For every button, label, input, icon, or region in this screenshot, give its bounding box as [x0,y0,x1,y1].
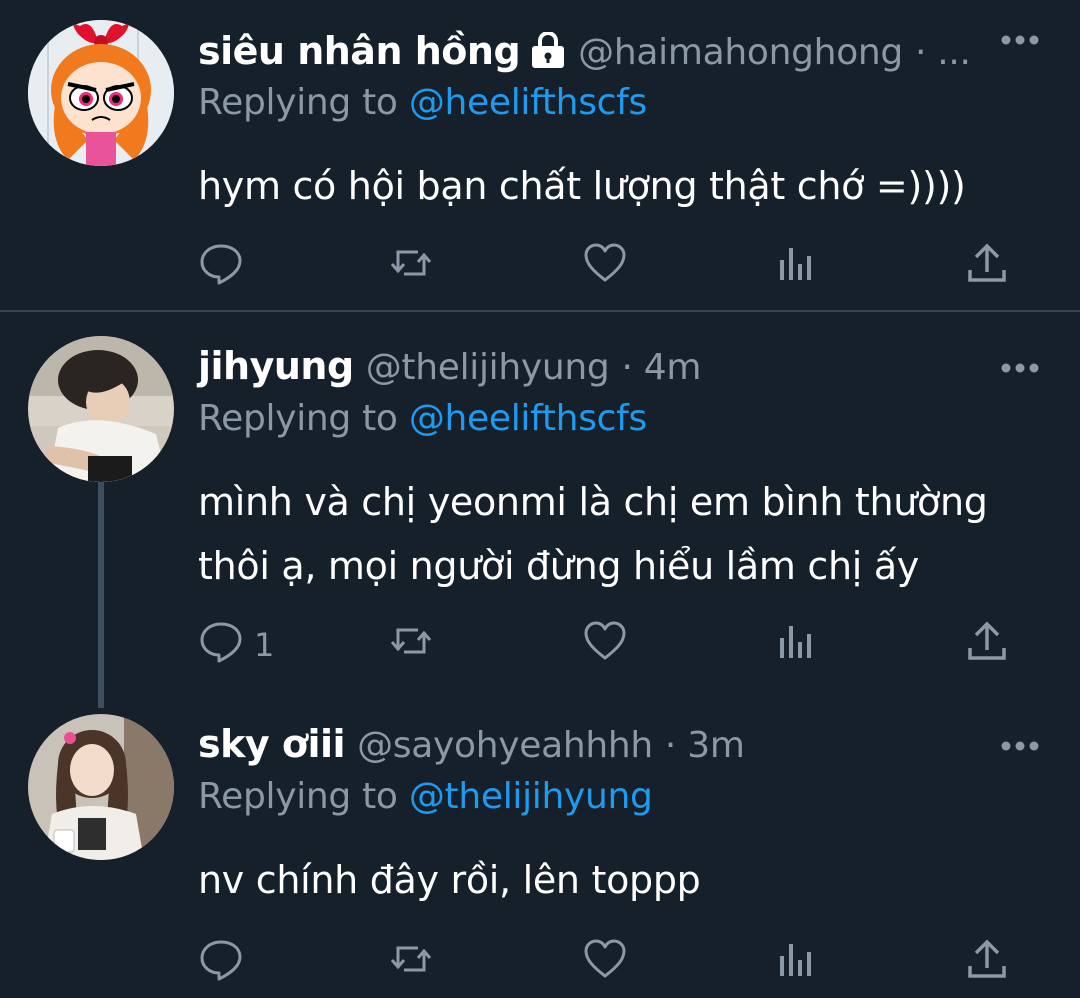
avatar[interactable] [28,20,174,166]
reply-icon [198,936,244,990]
share-button[interactable] [964,938,1010,988]
tweet-header: siêu nhân hồng @haimahonghong · ... [198,28,971,84]
views-button[interactable] [774,938,820,988]
like-button[interactable] [582,620,628,670]
share-button[interactable] [964,242,1010,292]
replying-prefix: Replying to [198,398,409,439]
replying-handle-link[interactable]: @heelifthscfs [409,82,647,123]
username[interactable]: @haimahonghong [578,32,903,73]
retweet-button[interactable] [388,938,434,988]
username[interactable]: @thelijihyung [366,347,610,388]
like-button[interactable] [582,938,628,988]
lock-icon [528,31,568,68]
retweet-icon [388,618,434,672]
tweet-3[interactable]: sky ơiii @sayohyeahhhh · 3m Replying to … [0,714,1080,994]
replying-handle-link[interactable]: @thelijihyung [409,776,653,817]
reply-icon [198,240,244,294]
replying-prefix: Replying to [198,776,409,817]
like-icon [582,240,628,294]
reply-icon [198,618,244,672]
display-name[interactable]: sky ơiii [198,722,346,766]
replying-to: Replying to @heelifthscfs [198,82,647,123]
username[interactable]: @sayohyeahhhh [357,725,653,766]
display-name[interactable]: jihyung [198,344,354,388]
replying-to: Replying to @thelijihyung [198,776,653,817]
share-icon [964,618,1010,672]
timestamp: · 3m [664,725,745,766]
tweet-header: sky ơiii @sayohyeahhhh · 3m [198,722,745,778]
retweet-icon [388,936,434,990]
replying-prefix: Replying to [198,82,409,123]
tweet-text: nv chính đây rồi, lên toppp [198,858,701,902]
like-icon [582,936,628,990]
reply-button[interactable] [198,938,254,988]
display-name[interactable]: siêu nhân hồng [198,29,521,73]
share-button[interactable] [964,620,1010,670]
replying-handle-link[interactable]: @heelifthscfs [409,398,647,439]
avatar[interactable] [28,714,174,860]
avatar[interactable] [28,336,174,482]
tweet-header: jihyung @thelijihyung · 4m [198,344,701,400]
tweet-2[interactable]: jihyung @thelijihyung · 4m Replying to @… [0,336,1080,676]
views-button[interactable] [774,242,820,292]
timestamp: · 4m [621,347,702,388]
views-icon [774,240,820,294]
like-icon [582,618,628,672]
retweet-button[interactable] [388,620,434,670]
timestamp: · ... [914,32,971,73]
share-icon [964,936,1010,990]
action-bar [198,242,1018,292]
like-button[interactable] [582,242,628,292]
views-icon [774,618,820,672]
tweet-text: hym có hội bạn chất lượng thật chớ =)))) [198,164,966,208]
reply-button[interactable] [198,242,254,292]
views-icon [774,936,820,990]
reply-count: 1 [254,626,275,664]
tweet-1[interactable]: siêu nhân hồng @haimahonghong · ... Repl… [0,20,1080,310]
views-button[interactable] [774,620,820,670]
retweet-button[interactable] [388,242,434,292]
more-icon[interactable] [1000,32,1040,46]
divider [0,310,1080,312]
tweet-text: mình và chị yeonmi là chị em bình thường… [198,480,988,588]
reply-button[interactable]: 1 [198,620,274,670]
action-bar [198,938,1018,988]
share-icon [964,240,1010,294]
retweet-icon [388,240,434,294]
more-icon[interactable] [1000,738,1040,752]
more-icon[interactable] [1000,360,1040,374]
replying-to: Replying to @heelifthscfs [198,398,647,439]
action-bar: 1 [198,620,1018,670]
